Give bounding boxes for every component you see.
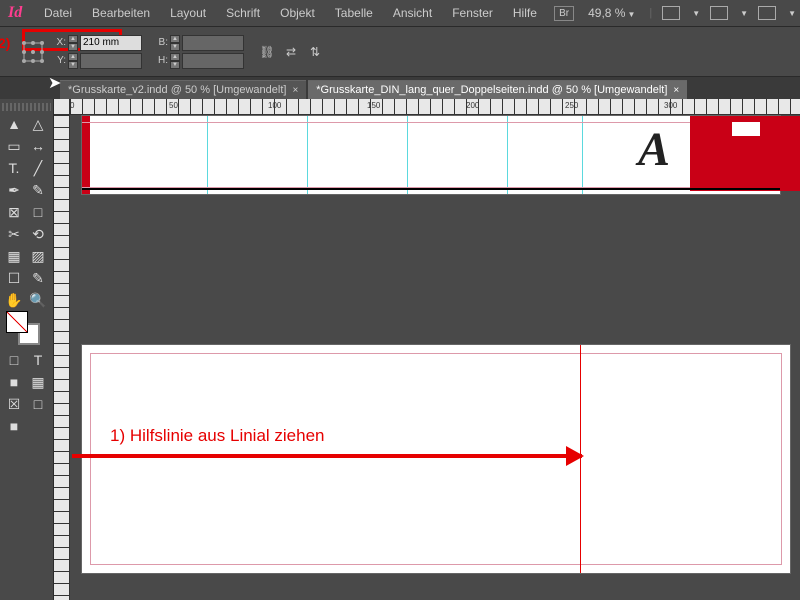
- guide-vertical[interactable]: [507, 116, 508, 194]
- gradient-tool[interactable]: ▦: [2, 245, 26, 267]
- constrain-icon[interactable]: ⛓: [258, 43, 276, 61]
- apply-fill-icon[interactable]: □: [2, 349, 26, 371]
- ruler-horizontal[interactable]: 050100150200250300: [70, 99, 800, 115]
- ruler-origin[interactable]: [54, 99, 70, 115]
- x-stepper[interactable]: ▲▼: [68, 35, 78, 51]
- guide-vertical[interactable]: [407, 116, 408, 194]
- w-stepper[interactable]: ▲▼: [170, 35, 180, 51]
- app-logo: Id: [4, 4, 34, 22]
- h-label: H:: [154, 55, 168, 66]
- x-label: X:: [52, 37, 66, 48]
- apply-gradient-icon[interactable]: ▦: [26, 371, 50, 393]
- chevron-down-icon: ▼: [692, 9, 700, 18]
- divider: |: [649, 7, 652, 19]
- menu-table[interactable]: Tabelle: [325, 6, 383, 20]
- ruler-vertical[interactable]: [54, 115, 70, 600]
- menu-view[interactable]: Ansicht: [383, 6, 442, 20]
- menu-edit[interactable]: Bearbeiten: [82, 6, 160, 20]
- arrange-docs-icon[interactable]: [710, 6, 728, 20]
- tab-label: *Grusskarte_v2.indd @ 50 % [Umgewandelt]: [68, 84, 286, 96]
- menu-bar: Id Datei Bearbeiten Layout Schrift Objek…: [0, 0, 800, 27]
- h-stepper[interactable]: ▲▼: [170, 53, 180, 69]
- margin-frame: [90, 353, 782, 565]
- guide-vertical[interactable]: [307, 116, 308, 194]
- annotation-label-2: 2): [0, 35, 10, 51]
- chevron-down-icon: ▼: [788, 9, 796, 18]
- eyedropper-tool[interactable]: ✎: [26, 267, 50, 289]
- y-label: Y:: [52, 55, 66, 66]
- x-position-input[interactable]: [80, 35, 142, 51]
- guide-vertical[interactable]: [582, 116, 583, 194]
- flip-h-icon[interactable]: ⇄: [282, 43, 300, 61]
- reference-point-icon[interactable]: [22, 41, 44, 63]
- document-tab-1[interactable]: *Grusskarte_v2.indd @ 50 % [Umgewandelt]…: [60, 80, 306, 99]
- menu-layout[interactable]: Layout: [160, 6, 216, 20]
- cursor-icon: ➤: [48, 73, 61, 93]
- bridge-button[interactable]: Br: [554, 6, 574, 21]
- white-tag: [732, 122, 760, 136]
- margin-guide: [82, 122, 780, 123]
- view-preview-icon[interactable]: ■: [2, 415, 26, 437]
- baseline: [82, 188, 780, 190]
- close-icon[interactable]: ×: [673, 85, 679, 96]
- y-position-input[interactable]: [80, 53, 142, 69]
- direct-selection-tool[interactable]: △: [26, 113, 50, 135]
- w-label: B:: [154, 37, 168, 48]
- line-tool[interactable]: ╱: [26, 157, 50, 179]
- apply-text-icon[interactable]: T: [26, 349, 50, 371]
- flip-v-icon[interactable]: ⇅: [306, 43, 324, 61]
- guide-vertical[interactable]: [207, 116, 208, 194]
- annotation-arrow: [72, 454, 582, 458]
- close-icon[interactable]: ×: [292, 85, 298, 96]
- width-input[interactable]: [182, 35, 244, 51]
- chevron-down-icon: ▼: [627, 10, 635, 19]
- selection-tool[interactable]: ▲: [2, 113, 26, 135]
- menu-object[interactable]: Objekt: [270, 6, 325, 20]
- document-page-top[interactable]: A: [81, 115, 781, 195]
- control-panel: 2) X: ▲▼ Y: ▲▼ B: ▲▼ H: ▲▼ ⛓ ⇄ ⇅ ➤: [0, 27, 800, 77]
- gradient-feather-tool[interactable]: ▨: [26, 245, 50, 267]
- menu-help[interactable]: Hilfe: [503, 6, 547, 20]
- document-tab-2[interactable]: *Grusskarte_DIN_lang_quer_Doppelseiten.i…: [308, 80, 687, 99]
- fill-stroke-control[interactable]: [2, 311, 50, 349]
- red-strip: [82, 116, 90, 194]
- rectangle-frame-tool[interactable]: ⊠: [2, 201, 26, 223]
- zoom-tool[interactable]: 🔍: [26, 289, 50, 311]
- pencil-tool[interactable]: ✎: [26, 179, 50, 201]
- tab-label: *Grusskarte_DIN_lang_quer_Doppelseiten.i…: [316, 84, 667, 96]
- note-tool[interactable]: ☐: [2, 267, 26, 289]
- document-tab-bar: *Grusskarte_v2.indd @ 50 % [Umgewandelt]…: [0, 77, 800, 99]
- view-normal-icon[interactable]: □: [26, 393, 50, 415]
- height-input[interactable]: [182, 53, 244, 69]
- transform-tool[interactable]: ⟲: [26, 223, 50, 245]
- rectangle-tool[interactable]: □: [26, 201, 50, 223]
- pen-tool[interactable]: ✒: [2, 179, 26, 201]
- zoom-level[interactable]: 49,8 %▼: [584, 6, 639, 20]
- canvas-area[interactable]: 050100150200250300 A 1) Hilfslinie aus L…: [54, 99, 800, 600]
- tool-panel: ▲ △ ▭ ↔ T. ╱ ✒ ✎ ⊠ □ ✂ ⟲ ▦ ▨ ☐ ✎ ✋ 🔍 □ T…: [0, 99, 54, 600]
- menu-window[interactable]: Fenster: [442, 6, 503, 20]
- document-page-bottom[interactable]: [81, 344, 791, 574]
- workspace-icon[interactable]: [758, 6, 776, 20]
- menu-type[interactable]: Schrift: [216, 6, 270, 20]
- annotation-text: 1) Hilfslinie aus Linial ziehen: [110, 426, 325, 446]
- chevron-down-icon: ▼: [740, 9, 748, 18]
- screen-mode-icon[interactable]: [662, 6, 680, 20]
- page-tool[interactable]: ▭: [2, 135, 26, 157]
- type-tool[interactable]: T.: [2, 157, 26, 179]
- letter-a-graphic: A: [638, 122, 670, 177]
- y-stepper[interactable]: ▲▼: [68, 53, 78, 69]
- panel-grip[interactable]: [2, 103, 51, 111]
- scissors-tool[interactable]: ✂: [2, 223, 26, 245]
- apply-color-icon[interactable]: ■: [2, 371, 26, 393]
- gap-tool[interactable]: ↔: [26, 135, 50, 157]
- menu-file[interactable]: Datei: [34, 6, 82, 20]
- apply-none-icon[interactable]: ☒: [2, 393, 26, 415]
- hand-tool[interactable]: ✋: [2, 289, 26, 311]
